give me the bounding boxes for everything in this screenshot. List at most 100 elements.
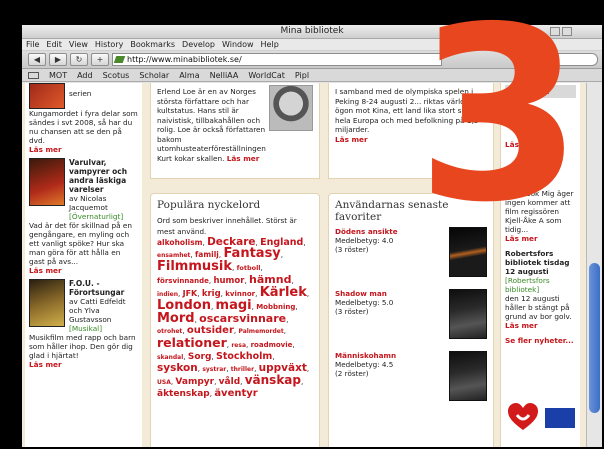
tag-link[interactable]: thriller (231, 366, 254, 373)
panel-heading: Populära nyckelord (157, 199, 261, 211)
tag-link[interactable]: äventyr (214, 388, 257, 399)
tag-link[interactable]: ensamhet (157, 252, 190, 259)
read-more-link[interactable]: Läs mer (227, 154, 260, 163)
favorite-votes: (2 röster) (335, 369, 369, 378)
overlay-number: 3 (416, 0, 583, 255)
menu-edit[interactable]: Edit (46, 39, 62, 50)
book-title[interactable]: Varulvar, vampyrer och andra läskiga var… (69, 158, 138, 194)
book-cover-image[interactable] (449, 289, 487, 339)
tag-link[interactable]: kvinnor (225, 290, 255, 298)
tag-link[interactable]: resa (231, 342, 246, 349)
favorite-title[interactable]: Människohamn (335, 351, 396, 360)
book-title[interactable]: F.O.U. - Förortsungar (69, 279, 138, 297)
tag-link[interactable]: Sorg (188, 352, 212, 362)
read-more-link[interactable]: Läs mer (29, 266, 138, 275)
tag-link[interactable]: fotboll (237, 264, 261, 272)
book-item: Varulvar, vampyrer och andra läskiga var… (29, 158, 138, 221)
open-book-icon[interactable] (28, 72, 39, 79)
tag-link[interactable]: syskon (157, 362, 198, 374)
book-cover-image[interactable] (449, 351, 487, 401)
tag-link[interactable]: indien (157, 291, 178, 298)
read-more-link[interactable]: Läs mer (505, 321, 576, 330)
tag-link[interactable]: skandal (157, 354, 183, 361)
tag-link[interactable]: Stockholm (216, 351, 272, 362)
news-text: den 12 augusti håller b stängt på grund … (505, 294, 572, 321)
tag-link[interactable]: familj (195, 250, 219, 259)
bookmark-pipl[interactable]: Pipl (295, 69, 309, 81)
author-feature-panel: Erlend Loe är en av Norges största förfa… (150, 83, 320, 179)
favorite-votes: (3 röster) (335, 307, 369, 316)
favorite-rating: Medelbetyg: 4.5 (335, 360, 394, 369)
book-genre[interactable]: [Musikal] (69, 324, 138, 333)
book-genre[interactable]: [Övernaturligt] (69, 212, 138, 221)
tag-link[interactable]: humor (213, 276, 244, 286)
tag-link[interactable]: otrohet (157, 328, 182, 335)
address-bar[interactable]: http://www.minabibliotek.se/ (112, 53, 442, 66)
menu-help[interactable]: Help (261, 39, 279, 50)
more-news-link[interactable]: Se fler nyheter... (505, 336, 576, 345)
bookmark-alma[interactable]: Alma (179, 69, 199, 81)
tag-cloud-intro: Ord som beskriver innehållet. Störst är … (157, 216, 297, 236)
forward-button[interactable]: ▶ (49, 53, 67, 66)
tag-link[interactable]: Kärlek (260, 285, 307, 300)
tag-link[interactable]: äktenskap (157, 389, 210, 399)
favorite-item: Människohamn Medelbetyg: 4.5 (2 röster) (335, 351, 487, 401)
tag-link[interactable]: Mobbning (256, 303, 295, 311)
vertical-scrollbar[interactable] (586, 83, 602, 447)
book-cover-image[interactable] (29, 83, 65, 109)
tag-link[interactable]: magi (216, 298, 252, 313)
tag-link[interactable]: Palmemordet (238, 328, 283, 335)
add-bookmark-button[interactable]: + (91, 53, 109, 66)
scrollbar-thumb[interactable] (589, 263, 600, 413)
tag-link[interactable]: JFK (183, 289, 198, 298)
menu-view[interactable]: View (69, 39, 88, 50)
popular-keywords-panel: Populära nyckelord Ord som beskriver inn… (150, 193, 320, 447)
tag-link[interactable]: Vampyr (175, 377, 214, 387)
book-desc-start: serien (69, 89, 92, 98)
tag-link[interactable]: vänskap (245, 373, 301, 387)
bookmark-add[interactable]: Add (77, 69, 93, 81)
bookmark-scotus[interactable]: Scotus (103, 69, 130, 81)
reload-icon[interactable]: ↻ (70, 53, 88, 66)
tag-link[interactable]: systrar (202, 366, 226, 373)
tag-link[interactable]: Filmmusik (157, 259, 232, 274)
author-photo[interactable] (269, 85, 313, 131)
tag-link[interactable]: våld (219, 377, 240, 387)
read-more-link[interactable]: Läs mer (29, 145, 138, 154)
tag-list: alkoholism, Deckare, England, ensamhet, … (157, 236, 310, 400)
book-author: av Nicolas Jacquemot (69, 194, 108, 212)
left-column: serien Kungamordet i fyra delar som sänd… (25, 83, 142, 447)
favorite-title[interactable]: Dödens ansikte (335, 227, 398, 236)
tag-link[interactable]: oscarsvinnare (199, 312, 286, 325)
menu-develop[interactable]: Develop (182, 39, 215, 50)
tag-link[interactable]: roadmovie (251, 341, 293, 349)
bookmark-mot[interactable]: MOT (49, 69, 67, 81)
bookmark-nelliaa[interactable]: NelliAA (210, 69, 239, 81)
book-cover-image[interactable] (29, 158, 65, 206)
tag-link[interactable]: USA (157, 379, 171, 386)
menu-window[interactable]: Window (222, 39, 254, 50)
favorite-rating: Medelbetyg: 5.0 (335, 298, 394, 307)
tag-link[interactable]: Mord (157, 311, 195, 326)
menu-bookmarks[interactable]: Bookmarks (130, 39, 175, 50)
book-author: av Catti Edfeldt och Ylva Gustavsson (69, 297, 126, 324)
read-more-link[interactable]: Läs mer (29, 360, 138, 369)
menu-file[interactable]: File (26, 39, 39, 50)
heart-logo-icon[interactable] (508, 403, 538, 431)
news-tag[interactable]: [Robertsfors bibliotek] (505, 276, 576, 294)
tag-link[interactable]: relationer (157, 335, 227, 350)
menu-history[interactable]: History (95, 39, 123, 50)
book-cover-image[interactable] (29, 279, 65, 327)
eu-flag-icon[interactable] (545, 408, 575, 428)
book-item: serien (29, 83, 138, 109)
back-button[interactable]: ◀ (28, 53, 46, 66)
favorite-rating: Medelbetyg: 4.0 (335, 236, 394, 245)
tag-link[interactable]: Fantasy (223, 246, 280, 261)
tag-link[interactable]: försvinnande (157, 277, 209, 285)
tag-link[interactable]: alkoholism (157, 238, 202, 247)
favorite-title[interactable]: Shadow man (335, 289, 393, 298)
favorite-votes: (3 röster) (335, 245, 369, 254)
bookmark-scholar[interactable]: Scholar (139, 69, 169, 81)
book-description: Vad är det för skillnad på en gengångare… (29, 221, 132, 266)
bookmark-worldcat[interactable]: WorldCat (248, 69, 285, 81)
